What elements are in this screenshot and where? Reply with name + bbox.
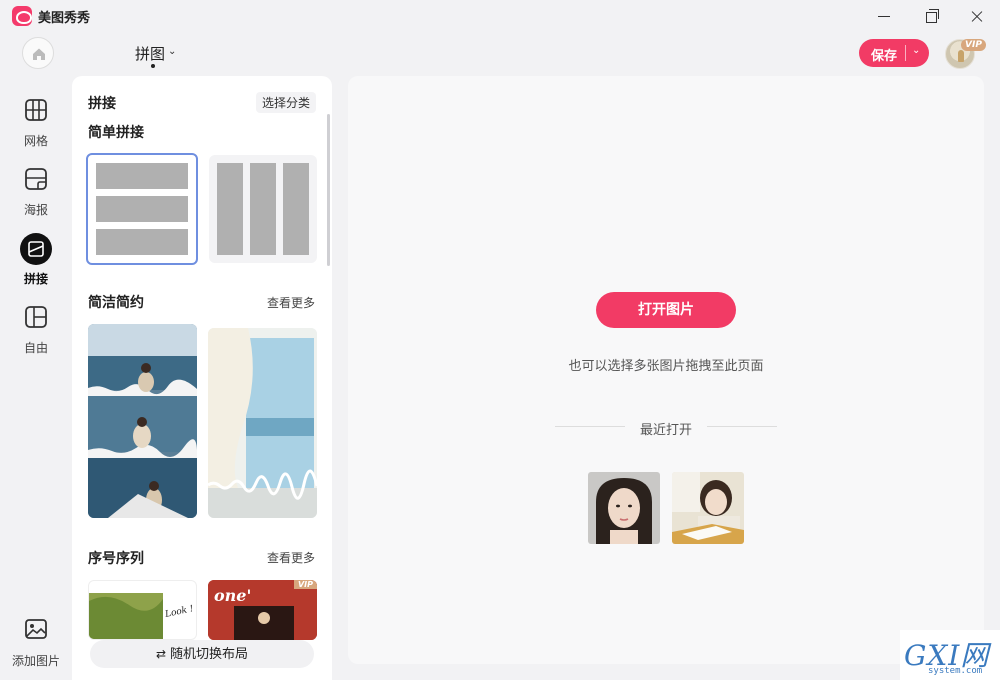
canvas-drop-area[interactable]: 打开图片 也可以选择多张图片拖拽至此页面 最近打开 [348,76,984,664]
window-curtain-image [208,328,317,518]
image-icon [25,619,47,639]
shuffle-label: 随机切换布局 [170,647,249,662]
free-layout-icon [25,306,47,328]
portrait-photo-image [588,472,660,544]
section-title-sequence: 序号序列 [88,551,144,567]
mode-title[interactable]: 拼图 [135,43,165,64]
drag-hint: 也可以选择多张图片拖拽至此页面 [568,359,764,374]
template-sequence-poster[interactable]: one' VIP [208,580,317,640]
recent-title: 最近打开 [639,423,692,438]
save-options-chevron-icon[interactable]: ⌄ [912,45,920,56]
template-rows-selected[interactable] [86,153,198,265]
rail-item-poster[interactable]: 海报 [8,167,64,227]
title-bar: 美图秀秀 [0,0,1000,34]
poster-word: one' [214,586,252,605]
minimize-icon[interactable] [872,4,896,28]
site-watermark: GXI网 system.com [900,630,1000,680]
template-columns[interactable] [209,155,317,263]
template-column-block [217,163,243,255]
template-sequence-note[interactable]: Look ! [88,580,197,640]
mode-indicator-dot [151,64,155,68]
see-more-sequence[interactable]: 查看更多 [267,549,315,566]
study-photo-image [672,472,744,544]
rail-item-splice[interactable]: 拼接 [8,233,64,296]
grid-icon [25,99,47,121]
add-image-button[interactable]: 添加图片 [8,617,64,677]
open-image-button[interactable]: 打开图片 [596,292,736,328]
panel-scrollbar[interactable] [327,114,330,266]
vip-badge: VIP [961,39,986,51]
app-logo-icon [12,6,32,26]
rail-item-grid[interactable]: 网格 [8,98,64,158]
rail-label-poster: 海报 [23,203,48,217]
rail-item-free[interactable]: 自由 [8,305,64,365]
home-icon [33,48,45,60]
splice-icon [20,233,52,265]
recent-image-1[interactable] [588,472,660,544]
recent-divider-right [707,426,777,427]
sea-collage-image [88,324,197,518]
section-title-simple: 简单拼接 [88,125,144,141]
template-column-block [250,163,276,255]
recent-image-2[interactable] [672,472,744,544]
template-window-collage[interactable] [208,328,317,518]
restore-icon[interactable] [920,4,944,28]
panel-title: 拼接 [88,96,116,112]
select-category-button[interactable]: 选择分类 [256,92,317,113]
template-vip-badge: VIP [293,580,317,589]
rail-label-grid: 网格 [23,134,48,148]
template-panel: 拼接 选择分类 简单拼接 简洁简约 查看更多 序号序列 查看更多 Look ! … [72,76,332,680]
section-title-minimal: 简洁简约 [88,295,144,311]
watermark-sub: system.com [928,666,983,676]
chevron-down-icon[interactable]: ⌄ [168,46,176,57]
close-icon[interactable] [965,4,989,28]
save-divider [905,45,906,61]
shuffle-icon: ⇄ [155,647,167,661]
home-button[interactable] [22,37,54,69]
template-row-block [96,163,188,189]
template-sea-collage[interactable] [88,324,197,518]
add-image-label: 添加图片 [11,654,60,668]
save-button[interactable]: 保存 ⌄ [859,39,929,67]
app-name: 美图秀秀 [38,11,91,26]
shuffle-layout-button[interactable]: ⇄ 随机切换布局 [90,640,314,668]
rail-label-splice: 拼接 [23,272,48,286]
see-more-minimal[interactable]: 查看更多 [267,294,315,311]
template-row-block [96,196,188,222]
template-row-block [96,229,188,255]
template-column-block [283,163,309,255]
save-label: 保存 [871,49,898,64]
poster-icon [25,168,47,190]
rail-label-free: 自由 [23,341,48,355]
